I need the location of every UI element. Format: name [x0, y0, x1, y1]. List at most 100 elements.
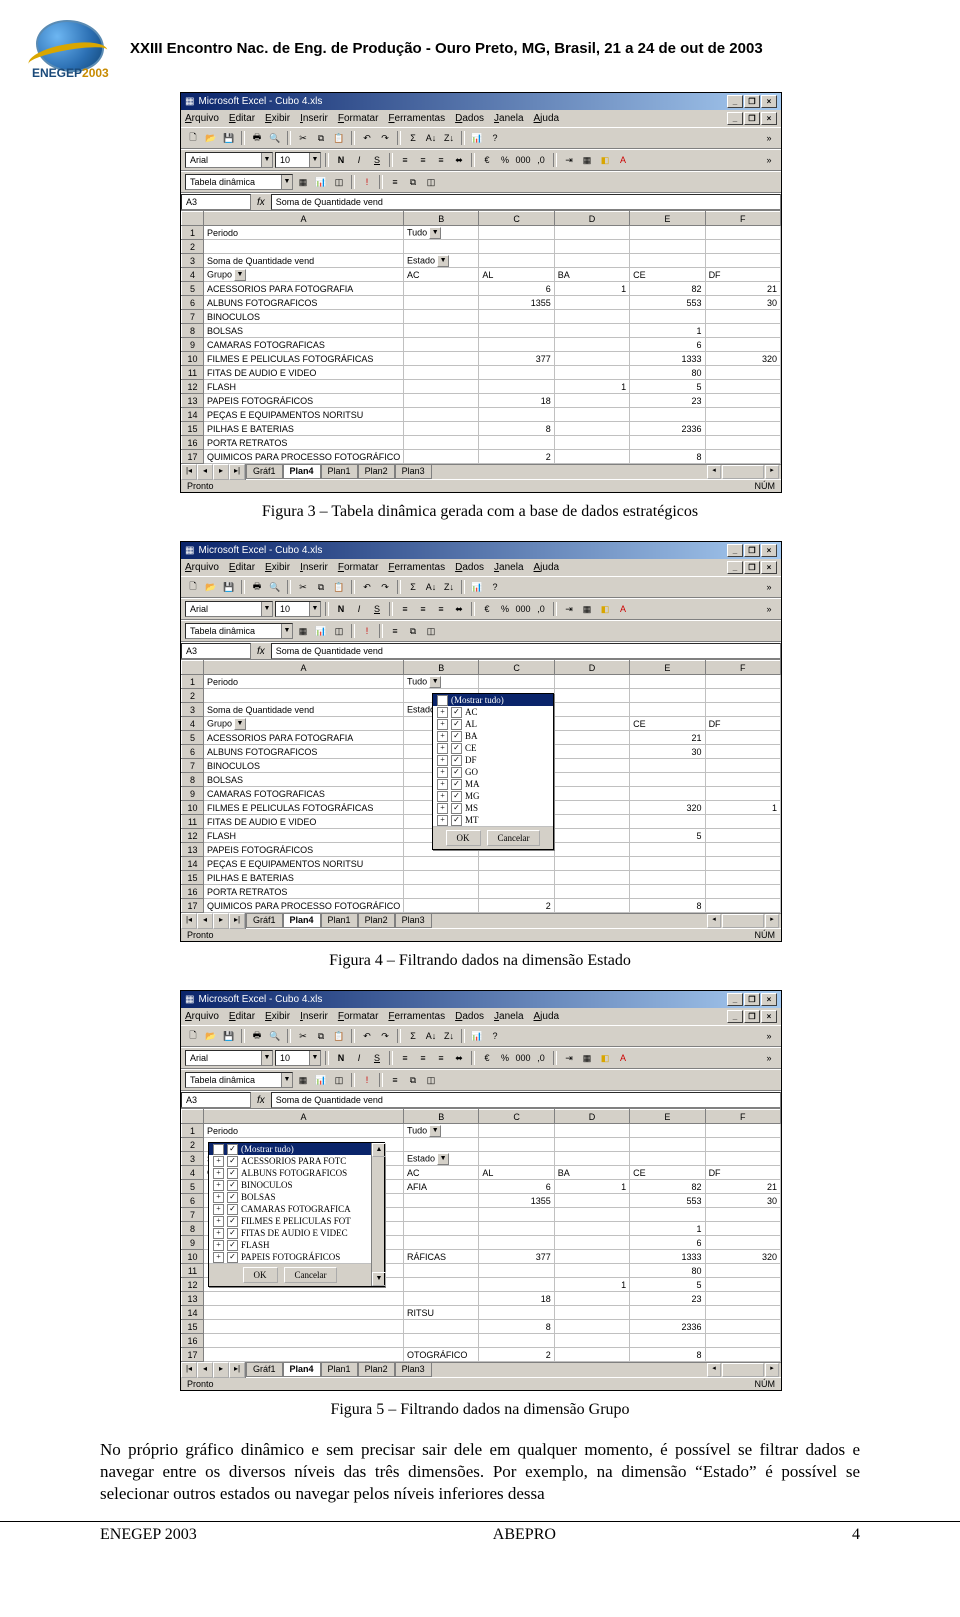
cell[interactable]: AC	[404, 268, 479, 282]
cell[interactable]	[705, 689, 780, 703]
cell[interactable]: 80	[630, 1264, 705, 1278]
cell[interactable]	[404, 310, 479, 324]
cell[interactable]: 1	[705, 801, 780, 815]
scroll-right-icon[interactable]: ▸	[765, 914, 779, 928]
cell[interactable]	[554, 759, 629, 773]
cell[interactable]	[630, 1124, 705, 1138]
cell[interactable]	[479, 885, 554, 899]
cell[interactable]: ALBUNS FOTOGRAFICOS	[204, 745, 404, 759]
sort-asc-icon[interactable]: A↓	[423, 130, 439, 146]
cell[interactable]: 30	[705, 296, 780, 310]
cell[interactable]	[479, 1138, 554, 1152]
cell[interactable]: 18	[479, 394, 554, 408]
checkbox-icon[interactable]: ✓	[227, 1144, 238, 1155]
expand-icon[interactable]: +	[213, 1168, 224, 1179]
row-header[interactable]: 1	[182, 675, 204, 689]
italic-icon[interactable]: I	[351, 1050, 367, 1066]
dropdown-icon[interactable]: ▼	[429, 227, 441, 239]
cell[interactable]: 1355	[479, 296, 554, 310]
cell[interactable]	[479, 1124, 554, 1138]
row-header[interactable]: 13	[182, 843, 204, 857]
column-header[interactable]: C	[479, 212, 554, 226]
cell[interactable]	[554, 717, 629, 731]
cell[interactable]	[705, 394, 780, 408]
cell[interactable]	[705, 1334, 780, 1348]
menu-item[interactable]: Ajuda	[534, 1011, 560, 1022]
checkbox-icon[interactable]: ✓	[227, 1168, 238, 1179]
column-header[interactable]: A	[204, 661, 404, 675]
pivot-group-icon[interactable]: ⧉	[405, 174, 421, 190]
cell[interactable]: PILHAS E BATERIAS	[204, 871, 404, 885]
cell[interactable]	[479, 1264, 554, 1278]
row-header[interactable]: 11	[182, 815, 204, 829]
filter-item[interactable]: + ✓ FLASH	[209, 1239, 371, 1251]
fx-icon[interactable]: fx	[251, 1095, 271, 1106]
cell[interactable]: 1	[554, 282, 629, 296]
scroll-right-icon[interactable]: ▸	[765, 465, 779, 479]
print-icon[interactable]: 🖶	[249, 1028, 265, 1044]
expand-icon[interactable]: +	[437, 767, 448, 778]
menu-item[interactable]: Dados	[455, 1011, 484, 1022]
pivot-menu-combo[interactable]: Tabela dinâmica	[185, 1072, 293, 1088]
column-header[interactable]: A	[204, 212, 404, 226]
cell[interactable]	[705, 703, 780, 717]
cell[interactable]	[705, 1124, 780, 1138]
sheet-tab[interactable]: Plan1	[321, 1363, 358, 1377]
name-box[interactable]: A3	[181, 194, 251, 210]
cell[interactable]: QUIMICOS PARA PROCESSO FOTOGRÁFICO	[204, 899, 404, 913]
merge-icon[interactable]: ⬌	[451, 152, 467, 168]
cell[interactable]	[479, 226, 554, 240]
cell[interactable]: 6	[630, 338, 705, 352]
menu-item[interactable]: Ajuda	[534, 562, 560, 573]
cell[interactable]	[404, 408, 479, 422]
align-center-icon[interactable]: ≡	[415, 1050, 431, 1066]
cell[interactable]: 21	[630, 731, 705, 745]
cell[interactable]	[479, 310, 554, 324]
row-header[interactable]: 4	[182, 1166, 204, 1180]
toolbar-more-icon[interactable]: »	[761, 130, 777, 146]
cell[interactable]	[479, 240, 554, 254]
cell[interactable]	[404, 1138, 479, 1152]
row-header[interactable]: 1	[182, 226, 204, 240]
cell[interactable]	[479, 1208, 554, 1222]
cell[interactable]: Estado▼	[404, 254, 479, 268]
pivot-field-icon[interactable]: ≡	[387, 174, 403, 190]
cell[interactable]: Estado▼	[404, 1152, 479, 1166]
fill-color-icon[interactable]: ◧	[597, 152, 613, 168]
font-color-icon[interactable]: A	[615, 601, 631, 617]
chart-icon[interactable]: 📊	[469, 130, 485, 146]
toolbar-more-icon[interactable]: »	[761, 1028, 777, 1044]
cell[interactable]: Periodo	[204, 675, 404, 689]
dropdown-icon[interactable]: ▼	[429, 676, 441, 688]
row-header[interactable]: 6	[182, 296, 204, 310]
cell[interactable]	[705, 885, 780, 899]
cell[interactable]: Soma de Quantidade vend	[204, 703, 404, 717]
cell[interactable]: CE	[630, 717, 705, 731]
inc-decimal-icon[interactable]: ,0	[533, 152, 549, 168]
row-header[interactable]: 3	[182, 254, 204, 268]
checkbox-icon[interactable]: ✓	[227, 1240, 238, 1251]
cell[interactable]	[705, 1138, 780, 1152]
dropdown-icon[interactable]: ▼	[437, 255, 449, 267]
row-header[interactable]: 13	[182, 1292, 204, 1306]
font-size-combo[interactable]: 10	[275, 601, 321, 617]
filter-item[interactable]: + ✓ MS	[433, 802, 553, 814]
cell[interactable]	[554, 1152, 629, 1166]
menu-item[interactable]: Exibir	[265, 1011, 290, 1022]
cell[interactable]	[479, 408, 554, 422]
cell[interactable]: PORTA RETRATOS	[204, 436, 404, 450]
undo-icon[interactable]: ↶	[359, 579, 375, 595]
close-button[interactable]: ×	[761, 544, 777, 557]
select-all-corner[interactable]	[182, 661, 204, 675]
toolbar-more-icon[interactable]: »	[761, 601, 777, 617]
cell[interactable]: 377	[479, 1250, 554, 1264]
cell[interactable]: Tudo▼	[404, 226, 479, 240]
row-header[interactable]: 3	[182, 703, 204, 717]
column-header[interactable]: F	[705, 1110, 780, 1124]
save-icon[interactable]: 💾	[221, 130, 237, 146]
row-header[interactable]: 8	[182, 773, 204, 787]
font-combo[interactable]: Arial	[185, 601, 273, 617]
cell[interactable]	[705, 1208, 780, 1222]
cell[interactable]	[554, 787, 629, 801]
scroll-left-icon[interactable]: ◂	[707, 1363, 721, 1377]
